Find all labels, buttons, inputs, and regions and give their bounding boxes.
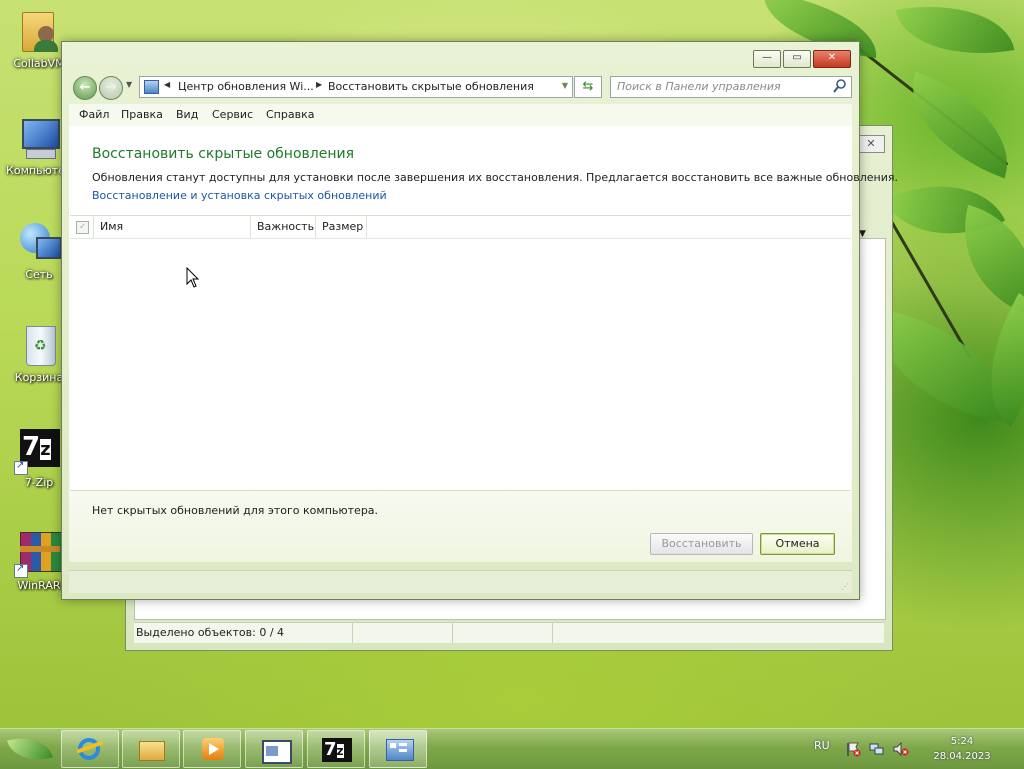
selection-count-text: Выделено объектов: 0 / 4: [136, 626, 285, 639]
leaf-decoration: [895, 0, 1015, 70]
clock-time: 5:24: [950, 736, 974, 747]
menu-edit[interactable]: Правка: [121, 108, 163, 121]
menu-file[interactable]: Файл: [79, 108, 109, 121]
chevron-down-icon[interactable]: ▼: [562, 81, 568, 90]
folder-icon: [137, 736, 165, 762]
close-button[interactable]: ✕: [813, 50, 851, 68]
select-all-column[interactable]: ✓: [70, 216, 94, 238]
taskbar: 7z RU 5:24 28.04.2023: [0, 728, 1024, 769]
shortcut-arrow-icon: [14, 563, 28, 578]
recent-pages-dropdown[interactable]: ▼: [126, 80, 132, 89]
help-link[interactable]: Восстановление и установка скрытых обнов…: [92, 189, 387, 202]
resize-grip-icon[interactable]: ⋰: [841, 582, 849, 591]
menu-help[interactable]: Справка: [266, 108, 314, 121]
window-statusbar: ⋰: [69, 570, 852, 593]
action-center-flag-icon[interactable]: [845, 741, 861, 757]
taskbar-media-player[interactable]: [183, 730, 241, 768]
restore-hidden-updates-window[interactable]: — ▭ ✕ ← → ▼ ◀ Центр обновления Wi... ▶ В…: [61, 41, 898, 600]
taskbar-explorer[interactable]: [122, 730, 180, 768]
column-importance[interactable]: Важность: [251, 216, 316, 238]
control-panel-icon: [144, 80, 159, 94]
page-description: Обновления станут доступны для установки…: [92, 171, 898, 184]
7zip-icon: 7z: [14, 427, 62, 475]
status-separator: [452, 623, 453, 643]
hidden-updates-list[interactable]: ✓ Имя Важность Размер: [70, 215, 851, 491]
desktop: CollabVM Компьютер Сеть ♻ Корзина 7z 7-Z…: [0, 0, 1024, 728]
status-separator: [352, 623, 353, 643]
breadcrumb-windows-update[interactable]: Центр обновления Wi...: [178, 80, 314, 93]
page-title: Восстановить скрытые обновления: [92, 146, 354, 162]
user-folder-icon: [16, 8, 62, 54]
recycle-bin-icon: ♻: [16, 322, 62, 368]
cancel-button[interactable]: Отмена: [760, 533, 835, 555]
7zip-icon: 7z: [322, 736, 352, 762]
taskbar-internet-explorer[interactable]: [61, 730, 119, 768]
address-bar[interactable]: ◀ Центр обновления Wi... ▶ Восстановить …: [139, 76, 573, 98]
status-separator: [552, 623, 553, 643]
menu-tools[interactable]: Сервис: [212, 108, 253, 121]
clock-date: 28.04.2023: [933, 751, 991, 762]
leaf-start-icon: [7, 730, 53, 768]
background-window-close-button[interactable]: ✕: [857, 135, 885, 153]
breadcrumb-arrow-icon: ◀: [164, 80, 171, 89]
language-indicator[interactable]: RU: [814, 739, 830, 752]
list-header: ✓ Имя Важность Размер: [70, 216, 851, 239]
mouse-cursor-icon: [186, 267, 200, 288]
winrar-icon: [14, 530, 62, 578]
forward-button[interactable]: →: [99, 76, 123, 100]
column-name[interactable]: Имя: [94, 216, 251, 238]
empty-list-message: Нет скрытых обновлений для этого компьют…: [92, 504, 379, 517]
shortcut-arrow-icon: [14, 460, 28, 475]
volume-muted-icon[interactable]: [893, 741, 909, 757]
background-window-statusbar: Выделено объектов: 0 / 4: [134, 622, 884, 643]
select-all-checkbox[interactable]: ✓: [76, 221, 89, 234]
back-button[interactable]: ←: [73, 76, 97, 100]
start-button[interactable]: [6, 730, 56, 768]
search-placeholder: Поиск в Панели управления: [617, 80, 781, 93]
control-panel-icon: [384, 736, 414, 762]
menu-view[interactable]: Вид: [176, 108, 198, 121]
network-globe-icon: [16, 219, 62, 265]
breadcrumb-restore-hidden[interactable]: Восстановить скрытые обновления: [328, 80, 534, 93]
taskbar-7zip[interactable]: 7z: [307, 730, 365, 768]
main-content: Восстановить скрытые обновления Обновлен…: [69, 126, 898, 562]
media-player-icon: [198, 736, 226, 762]
network-status-icon[interactable]: [869, 741, 885, 757]
maximize-button[interactable]: ▭: [783, 50, 811, 68]
refresh-button[interactable]: ⇆: [574, 76, 602, 98]
column-size[interactable]: Размер: [316, 216, 367, 238]
minimize-button[interactable]: —: [753, 50, 781, 68]
system-clock[interactable]: 5:24 28.04.2023: [920, 734, 1004, 764]
internet-explorer-icon: [76, 736, 104, 762]
breadcrumb-arrow-icon[interactable]: ▶: [316, 80, 322, 89]
taskbar-control-panel[interactable]: [369, 730, 427, 768]
window-app-icon: [260, 736, 292, 764]
menu-bar: Файл Правка Вид Сервис Справка: [69, 104, 852, 126]
restore-button[interactable]: Восстановить: [650, 533, 753, 555]
computer-icon: [16, 115, 62, 161]
search-input[interactable]: Поиск в Панели управления: [610, 76, 852, 98]
search-icon[interactable]: [833, 78, 847, 94]
taskbar-window-app[interactable]: [245, 730, 303, 768]
